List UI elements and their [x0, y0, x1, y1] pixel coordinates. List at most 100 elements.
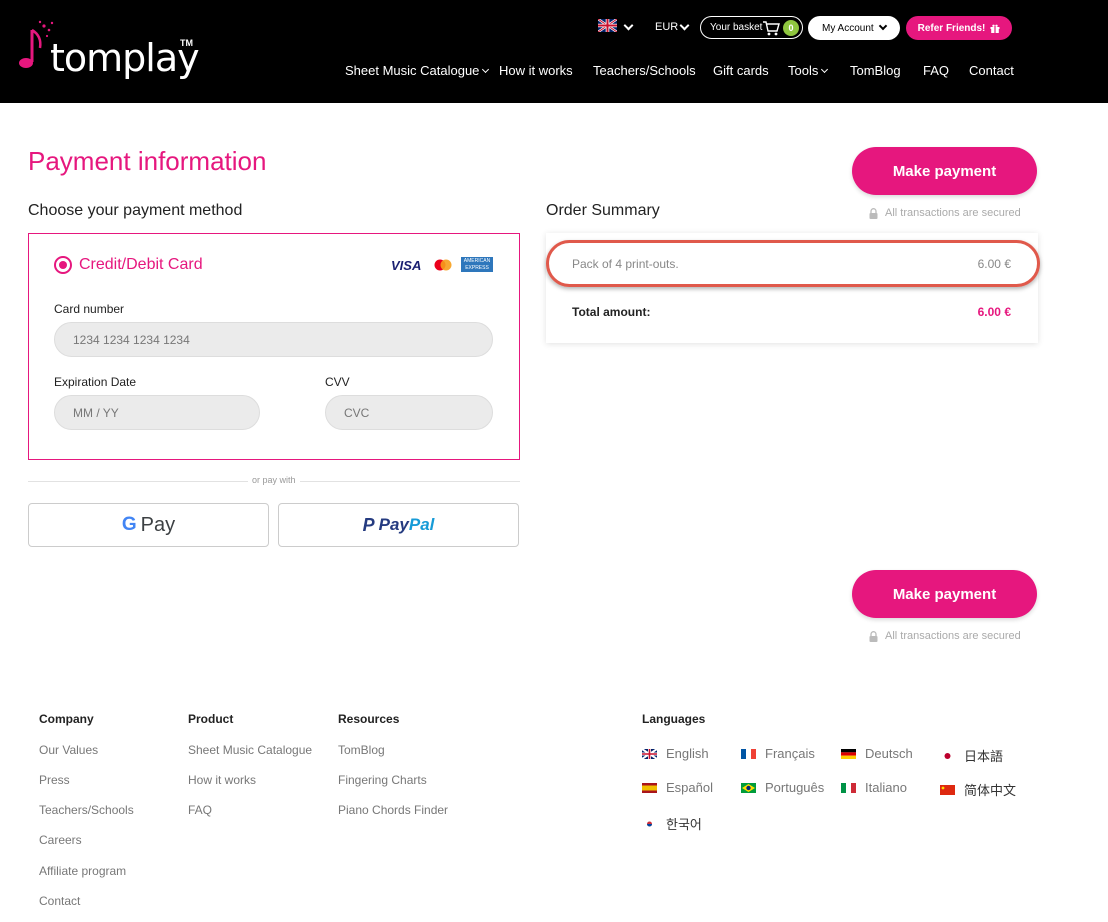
nav-tools[interactable]: Tools: [788, 63, 829, 78]
currency-chevron-down-icon[interactable]: [679, 20, 690, 31]
language-chevron-down-icon[interactable]: [623, 20, 634, 31]
gift-icon: [990, 24, 1000, 33]
paypal-label-part2: Pal: [408, 515, 435, 534]
nav-label: How it works: [499, 63, 573, 78]
refer-friends-label: Refer Friends!: [917, 22, 986, 34]
language-label: 한국어: [666, 817, 702, 832]
logo-text: tomplay: [50, 36, 200, 80]
nav-faq[interactable]: FAQ: [923, 63, 949, 78]
make-payment-button-top[interactable]: Make payment: [852, 147, 1037, 195]
visa-logo: VISA: [391, 258, 422, 273]
germany-flag-icon: [841, 748, 856, 759]
nav-label: Contact: [969, 63, 1014, 78]
page-title: Payment information: [28, 146, 267, 176]
nav-tomblog[interactable]: TomBlog: [850, 63, 901, 78]
order-summary-panel: Pack of 4 print-outs. 6.00 € Total amoun…: [546, 233, 1040, 343]
footer-link-how-it-works[interactable]: How it works: [188, 773, 256, 787]
expiration-date-input[interactable]: MM / YY: [54, 395, 260, 430]
music-note-icon: [19, 20, 54, 68]
cvv-input[interactable]: CVC: [325, 395, 493, 430]
language-francais[interactable]: Français: [741, 746, 815, 761]
nav-how-it-works[interactable]: How it works: [499, 63, 573, 78]
footer-link-sheet-music-catalogue[interactable]: Sheet Music Catalogue: [188, 743, 312, 757]
nav-teachers-schools[interactable]: Teachers/Schools: [593, 63, 696, 78]
secure-note-top: All transactions are secured: [869, 207, 1021, 219]
my-account-label: My Account: [822, 22, 874, 34]
paypal-p-icon: P: [362, 514, 375, 535]
language-label: Français: [765, 746, 815, 761]
language-deutsch[interactable]: Deutsch: [841, 746, 913, 761]
language-label: 简体中文: [964, 783, 1017, 798]
currency-selector[interactable]: EUR: [655, 21, 678, 33]
nav-label: FAQ: [923, 63, 950, 78]
tomplay-logo[interactable]: tomplay TM: [14, 18, 204, 80]
nav-label: Tools: [788, 63, 819, 78]
footer-product-title: Product: [188, 712, 234, 726]
site-header: tomplay TM EUR Your basket 0 My Account …: [0, 0, 1108, 103]
footer-resources-title: Resources: [338, 712, 400, 726]
total-amount-label: Total amount:: [572, 305, 651, 319]
my-account-button[interactable]: My Account: [808, 16, 900, 40]
footer-link-contact[interactable]: Contact: [39, 894, 80, 908]
japan-flag-icon: [940, 750, 955, 761]
footer-link-tomblog[interactable]: TomBlog: [338, 743, 385, 757]
footer-company-title: Company: [39, 712, 94, 726]
language-label: English: [666, 746, 709, 761]
order-summary-title: Order Summary: [546, 202, 660, 219]
language-chinese[interactable]: 简体中文: [940, 780, 1016, 799]
paypal-label: PayPal: [379, 515, 435, 535]
footer-link-careers[interactable]: Careers: [39, 833, 82, 847]
logo-trademark: TM: [180, 38, 193, 48]
google-pay-button[interactable]: G Pay: [28, 503, 269, 547]
footer-link-faq[interactable]: FAQ: [188, 803, 212, 817]
google-pay-label: Pay: [140, 513, 176, 536]
language-english[interactable]: English: [642, 746, 709, 761]
footer-link-fingering-charts[interactable]: Fingering Charts: [338, 773, 427, 787]
card-method-label[interactable]: Credit/Debit Card: [79, 256, 203, 274]
cvv-label: CVV: [325, 375, 350, 389]
card-payment-panel: Credit/Debit Card VISA AMERICAN EXPRESS …: [28, 233, 520, 460]
uk-flag-icon: [642, 748, 657, 759]
language-japanese[interactable]: 日本語: [940, 746, 1003, 765]
paypal-label-part1: Pay: [378, 515, 409, 534]
total-amount-value: 6.00 €: [977, 305, 1011, 319]
basket-button[interactable]: Your basket 0: [700, 16, 803, 39]
spain-flag-icon: [642, 782, 657, 793]
language-label: Italiano: [865, 780, 907, 795]
nav-sheet-music-catalogue[interactable]: Sheet Music Catalogue: [345, 63, 490, 78]
card-method-radio[interactable]: [54, 256, 72, 274]
card-number-label: Card number: [54, 302, 125, 316]
language-label: Español: [666, 780, 713, 795]
footer-link-our-values[interactable]: Our Values: [39, 743, 98, 757]
footer-link-press[interactable]: Press: [39, 773, 70, 787]
secure-text: All transactions are secured: [885, 207, 1021, 219]
amex-logo: AMERICAN EXPRESS: [461, 257, 493, 272]
language-label: 日本語: [964, 749, 1004, 764]
highlight-ring: [546, 240, 1040, 287]
make-payment-button-bottom[interactable]: Make payment: [852, 570, 1037, 618]
language-korean[interactable]: 한국어: [642, 814, 702, 833]
card-number-input[interactable]: 1234 1234 1234 1234: [54, 322, 493, 357]
footer-link-piano-chords-finder[interactable]: Piano Chords Finder: [338, 803, 448, 817]
secure-note-bottom: All transactions are secured: [869, 630, 1021, 642]
nav-contact[interactable]: Contact: [969, 63, 1014, 78]
choose-payment-method-title: Choose your payment method: [28, 202, 243, 219]
or-pay-with-text: or pay with: [248, 475, 300, 485]
brazil-flag-icon: [741, 782, 756, 793]
uk-flag-icon[interactable]: [598, 19, 617, 32]
footer-link-teachers-schools[interactable]: Teachers/Schools: [39, 803, 134, 817]
language-espanol[interactable]: Español: [642, 780, 713, 795]
paypal-button[interactable]: P PayPal: [278, 503, 519, 547]
footer-link-affiliate-program[interactable]: Affiliate program: [39, 864, 126, 878]
france-flag-icon: [741, 748, 756, 759]
chevron-down-icon: [821, 65, 829, 73]
nav-gift-cards[interactable]: Gift cards: [713, 63, 769, 78]
refer-friends-button[interactable]: Refer Friends!: [906, 16, 1012, 40]
nav-label: Sheet Music Catalogue: [345, 63, 480, 78]
nav-label: TomBlog: [850, 63, 901, 78]
language-italiano[interactable]: Italiano: [841, 780, 907, 795]
language-portugues[interactable]: Português: [741, 780, 824, 795]
google-g-icon: G: [121, 514, 137, 535]
language-label: Português: [765, 780, 825, 795]
lock-icon: [869, 207, 878, 219]
